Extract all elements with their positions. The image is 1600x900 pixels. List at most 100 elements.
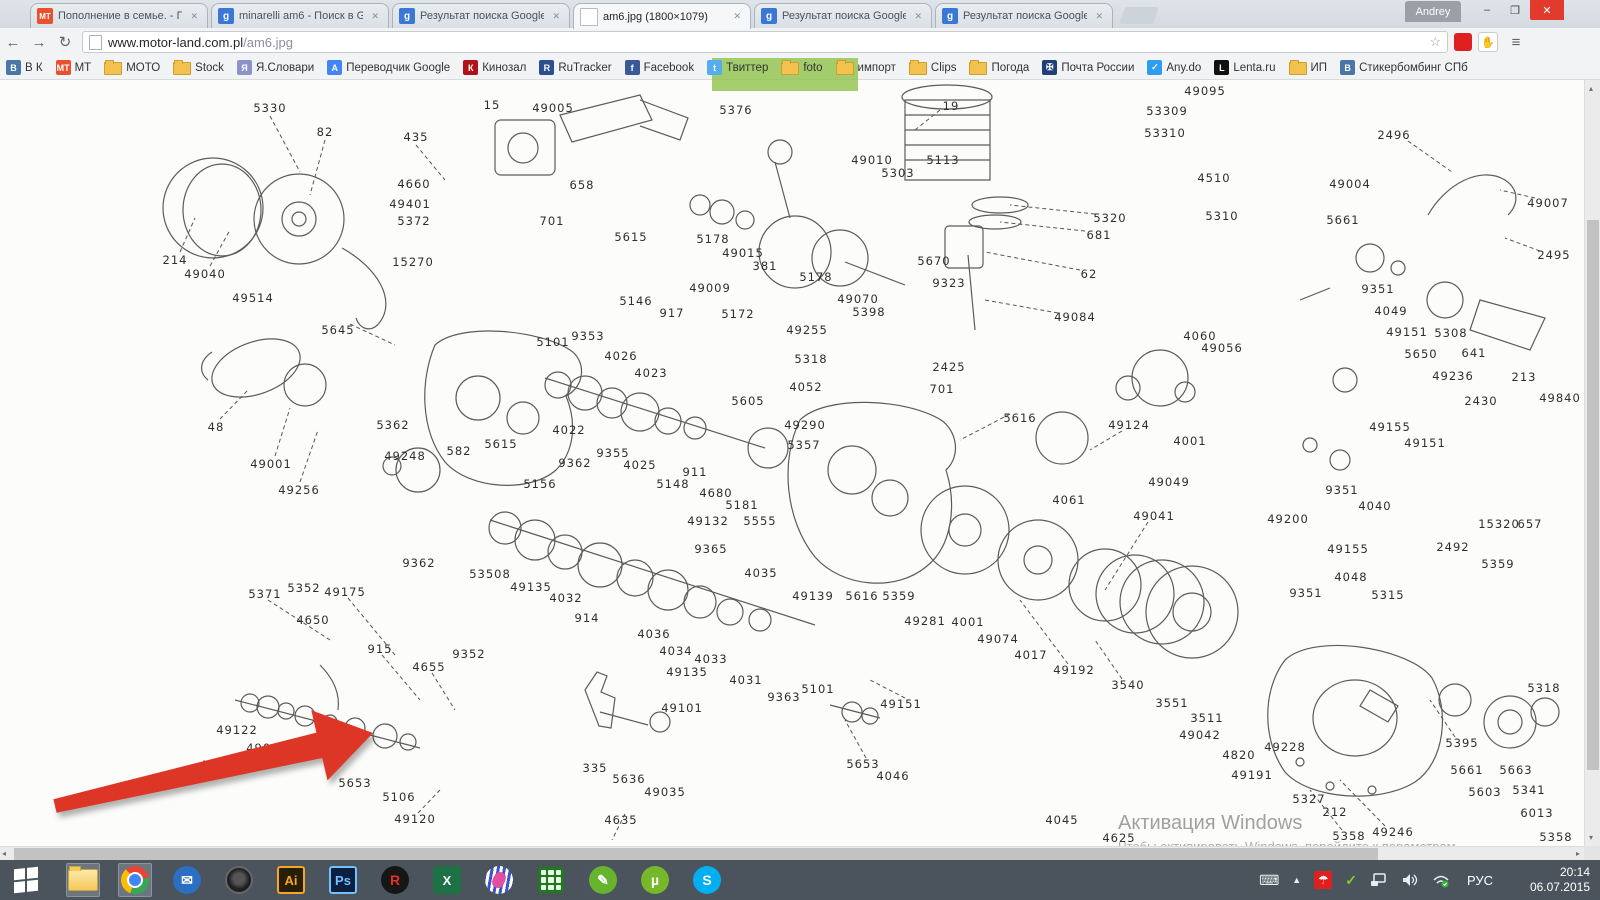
bookmark-8[interactable]: RRuTracker [539, 60, 611, 75]
google-favicon-icon: g [761, 8, 777, 24]
tab-3[interactable]: gРезультат поиска Google✕ [392, 3, 570, 28]
horizontal-scrollbar[interactable]: ◂ ▸ [0, 846, 1584, 861]
forward-button[interactable]: → [26, 34, 52, 51]
bookmark-15[interactable]: ✠Почта России [1042, 60, 1134, 75]
bookmark-favicon-icon: Я [237, 60, 252, 75]
bookmark-label: RuTracker [558, 62, 611, 74]
url-text[interactable]: www.motor-land.com.pl/am6.jpg [108, 35, 293, 50]
bookmark-11[interactable]: foto [781, 60, 822, 75]
taskbar-excel-icon[interactable]: X [430, 863, 464, 897]
bookmark-2[interactable]: МТМТ [56, 60, 92, 75]
tab-close-icon[interactable]: ✕ [368, 10, 382, 23]
photoshop-app-glyph: Ps [329, 866, 357, 894]
minimize-button[interactable]: – [1474, 0, 1500, 20]
new-tab-button[interactable] [1119, 7, 1159, 24]
bookmark-favicon-icon: ✠ [1042, 60, 1057, 75]
bookmark-10[interactable]: tТвиттер [707, 60, 768, 75]
reload-button[interactable]: ↻ [52, 33, 78, 51]
google-favicon-icon: g [218, 8, 234, 24]
vertical-scroll-thumb[interactable] [1587, 220, 1599, 770]
taskbar-photoshop-icon[interactable]: Ps [326, 863, 360, 897]
taskbar-thunderbird-icon[interactable]: ✉ [170, 863, 204, 897]
scroll-up-icon[interactable]: ▴ [1589, 82, 1593, 95]
tab-5[interactable]: g Результат поиска Google ✕ [754, 3, 932, 28]
tray-avira-icon[interactable]: ☂ [1314, 871, 1332, 889]
taskbar-calculator-icon[interactable] [534, 863, 568, 897]
close-button[interactable]: ✕ [1530, 0, 1564, 20]
bookmark-16[interactable]: ✓Any.do [1147, 60, 1201, 75]
address-bar[interactable]: www.motor-land.com.pl/am6.jpg ☆ [82, 31, 1448, 53]
google-favicon-icon: g [942, 8, 958, 24]
mt-favicon-icon: МТ [37, 8, 53, 24]
clock-time: 20:14 [1516, 865, 1590, 880]
bookmark-18[interactable]: ИП [1289, 60, 1328, 75]
restore-button[interactable]: ❐ [1502, 0, 1528, 20]
title-bar: МТ Пополнение в семье. - П ✕ g minarelli am6… [0, 0, 1600, 28]
tab-1[interactable]: МТ Пополнение в семье. - П ✕ [30, 3, 208, 28]
tab-4[interactable]: am6.jpg (1800×1079)✕ [573, 3, 751, 29]
tray-keyboard-icon[interactable]: ⌨ [1259, 872, 1279, 889]
taskbar-stripes-icon[interactable] [482, 863, 516, 897]
tab-close-icon[interactable]: ✕ [549, 10, 563, 23]
bookmark-favicon-icon: В [1340, 60, 1355, 75]
scroll-right-icon[interactable]: ▸ [1576, 847, 1580, 860]
bookmark-favicon-icon: f [625, 60, 640, 75]
folder-icon [836, 62, 854, 75]
avira-extension-icon[interactable] [1454, 33, 1472, 51]
taskbar-notes-icon[interactable]: ✎ [586, 863, 620, 897]
tab-2[interactable]: g minarelli am6 - Поиск в G ✕ [211, 3, 389, 28]
tab-close-icon[interactable]: ✕ [1092, 10, 1106, 23]
tab-6[interactable]: gРезультат поиска Google✕ [935, 3, 1113, 28]
folder-icon [781, 62, 799, 75]
taskbar-chrome-icon[interactable] [118, 863, 152, 897]
stripes-app-glyph [485, 866, 513, 894]
back-button[interactable]: ← [0, 34, 26, 51]
bookmark-14[interactable]: Погода [969, 60, 1029, 75]
bookmark-5[interactable]: ЯЯ.Словари [237, 60, 314, 75]
taskbar-darkdial-icon[interactable] [222, 863, 256, 897]
horizontal-scroll-thumb[interactable] [14, 848, 1378, 860]
bookmark-13[interactable]: Clips [909, 60, 957, 75]
bookmark-7[interactable]: ККинозал [463, 60, 526, 75]
taskbar-illustrator-icon[interactable]: Ai [274, 863, 308, 897]
taskbar-utorrent-icon[interactable]: µ [638, 863, 672, 897]
browser-user-chip[interactable]: Andrey [1405, 1, 1461, 22]
bookmark-6[interactable]: AПереводчик Google [327, 60, 450, 75]
tray-network-icon[interactable] [1370, 872, 1388, 888]
tray-volume-icon[interactable] [1401, 872, 1419, 888]
language-indicator[interactable]: РУС [1467, 873, 1493, 888]
tab-close-icon[interactable]: ✕ [187, 10, 201, 23]
start-button[interactable] [0, 860, 52, 900]
tab-close-icon[interactable]: ✕ [911, 10, 925, 23]
bookmark-favicon-icon: МТ [56, 60, 71, 75]
bookmark-favicon-icon: В [6, 60, 21, 75]
scroll-down-icon[interactable]: ▾ [1589, 831, 1593, 844]
tray-expand-icon[interactable]: ▲ [1292, 875, 1301, 885]
bookmark-9[interactable]: f Facebook [625, 60, 695, 75]
taskbar-clock[interactable]: 20:14 06.07.2015 [1516, 865, 1590, 895]
page-content[interactable]: 5330824354660494015372152702144904049514… [0, 80, 1584, 846]
windows-logo-icon [14, 867, 38, 894]
vertical-scrollbar[interactable]: ▴ ▾ [1584, 80, 1600, 846]
tab-close-icon[interactable]: ✕ [730, 10, 744, 23]
tray-wifi-icon[interactable] [1432, 872, 1450, 888]
bookmark-12[interactable]: импорт [836, 60, 896, 75]
bookmark-label: МОТО [126, 62, 160, 74]
bookmark-1[interactable]: ВВ К [6, 60, 43, 75]
chrome-menu-icon[interactable]: ≡ [1504, 34, 1528, 51]
taskbar-resize-icon[interactable]: R [378, 863, 412, 897]
taskbar-skype-icon[interactable]: S [690, 863, 724, 897]
bookmark-star-icon[interactable]: ☆ [1429, 34, 1441, 50]
bookmark-4[interactable]: Stock [173, 60, 224, 75]
bookmark-3[interactable]: МОТО [104, 60, 160, 75]
tab-title: minarelli am6 - Поиск в G [239, 10, 363, 22]
taskbar-explorer-icon[interactable] [66, 863, 100, 897]
blocker-extension-icon[interactable]: ✋ [1478, 32, 1498, 52]
bookmark-label: Facebook [644, 62, 695, 74]
tab-title: Результат поиска Google [782, 10, 906, 22]
bookmark-19[interactable]: ВСтикербомбинг СПб [1340, 60, 1468, 75]
scroll-left-icon[interactable]: ◂ [2, 847, 6, 860]
tray-update-icon[interactable]: ✓ [1345, 872, 1357, 889]
bookmark-17[interactable]: LLenta.ru [1214, 60, 1275, 75]
tab-title: Пополнение в семье. - П [58, 10, 182, 22]
